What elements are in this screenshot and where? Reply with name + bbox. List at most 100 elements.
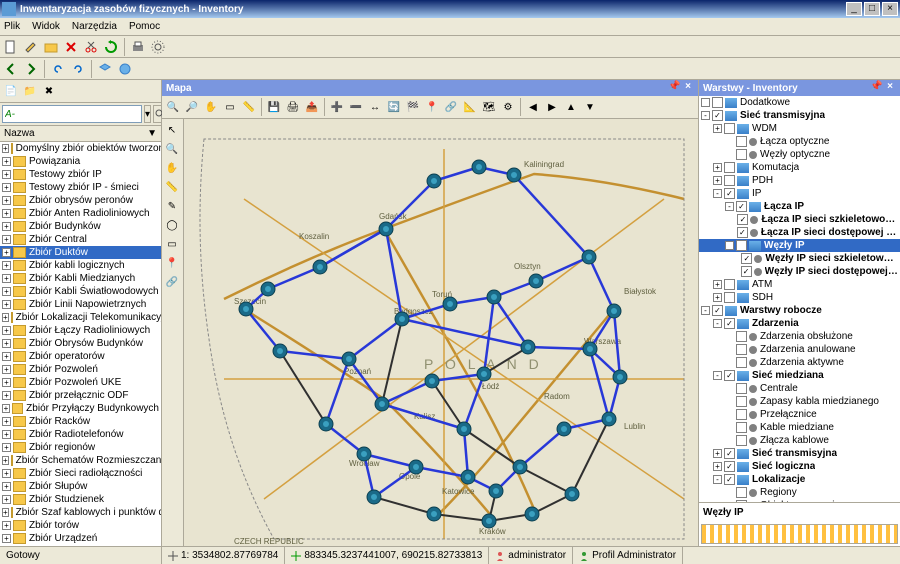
layer-item[interactable]: +✓Sieć logiczna — [699, 460, 900, 473]
side-tool-icon[interactable]: 🔗 — [163, 273, 181, 291]
network-link-ip[interactable] — [402, 319, 528, 347]
layer-item[interactable]: -✓Warstwy robocze — [699, 304, 900, 317]
left-tb-icon[interactable]: ✖ — [40, 82, 58, 100]
network-link-ip[interactable] — [536, 257, 589, 281]
network-node-icon[interactable] — [477, 367, 491, 381]
edit-icon[interactable] — [22, 38, 40, 56]
checkbox[interactable] — [736, 331, 747, 342]
network-link-ip[interactable] — [349, 359, 382, 404]
settings-icon[interactable] — [149, 38, 167, 56]
layer-item[interactable]: +PDH — [699, 174, 900, 187]
menu-pomoc[interactable]: Pomoc — [129, 21, 160, 32]
tree-item[interactable]: +Zbiór Przyłączy Budynkowych — [0, 402, 161, 415]
folder-icon[interactable] — [42, 38, 60, 56]
network-node-icon[interactable] — [613, 370, 627, 384]
panel-pin-icon[interactable]: 📌 — [668, 82, 680, 94]
checkbox[interactable] — [712, 97, 723, 108]
layer-item[interactable]: +ATM — [699, 278, 900, 291]
tree-item[interactable]: +Zbiór Duktów — [0, 246, 161, 259]
checkbox[interactable]: ✓ — [736, 240, 747, 251]
layer-item[interactable]: Zdarzenia aktywne — [699, 356, 900, 369]
tree-item[interactable]: +Zbiór Budynków — [0, 220, 161, 233]
expand-icon[interactable]: + — [2, 196, 11, 205]
layer-item[interactable]: +SDH — [699, 291, 900, 304]
network-link-dark[interactable] — [464, 429, 520, 467]
layer-item[interactable]: Łącza optyczne — [699, 135, 900, 148]
tree-item[interactable]: +Testowy zbiór IP — [0, 168, 161, 181]
network-node-icon[interactable] — [367, 490, 381, 504]
undo-icon[interactable] — [49, 60, 67, 78]
layer-item[interactable]: Kable miedziane — [699, 421, 900, 434]
layer-item[interactable]: +Komutacja — [699, 161, 900, 174]
delete-icon[interactable] — [62, 38, 80, 56]
expand-icon[interactable]: + — [2, 456, 9, 465]
expand-icon[interactable]: + — [713, 449, 722, 458]
expand-icon[interactable]: - — [713, 371, 722, 380]
object-tree[interactable]: +Domyślny zbiór obiektów tworzonych z sz… — [0, 142, 161, 546]
checkbox[interactable]: ✓ — [724, 461, 735, 472]
column-header[interactable]: Nazwa ▼ — [0, 126, 161, 142]
expand-icon[interactable]: + — [713, 280, 722, 289]
network-node-icon[interactable] — [313, 260, 327, 274]
expand-icon[interactable]: + — [2, 534, 11, 543]
expand-icon[interactable]: + — [2, 326, 11, 335]
checkbox[interactable]: ✓ — [712, 305, 723, 316]
layer-item[interactable]: ✓Łącza IP sieci szkieletowo-brzegowej — [699, 213, 900, 226]
expand-icon[interactable]: + — [2, 482, 11, 491]
network-node-icon[interactable] — [482, 514, 496, 528]
expand-icon[interactable]: + — [2, 378, 11, 387]
checkbox[interactable] — [724, 162, 735, 173]
tree-item[interactable]: +Zbiór Pozwoleń UKE — [0, 376, 161, 389]
checkbox[interactable]: ✓ — [737, 227, 748, 238]
checkbox[interactable]: ✓ — [724, 188, 735, 199]
checkbox[interactable] — [736, 136, 747, 147]
layer-item[interactable]: -✓Łącza IP — [699, 200, 900, 213]
tree-item[interactable]: +Zbiór torów — [0, 519, 161, 532]
network-node-icon[interactable] — [487, 290, 501, 304]
checkbox[interactable]: ✓ — [741, 266, 752, 277]
checkbox[interactable] — [736, 409, 747, 420]
checkbox[interactable]: ✓ — [724, 448, 735, 459]
network-node-icon[interactable] — [457, 422, 471, 436]
network-node-icon[interactable] — [239, 302, 253, 316]
panel-close-icon[interactable]: × — [884, 82, 896, 94]
network-node-icon[interactable] — [565, 487, 579, 501]
tree-item[interactable]: +Zbiór Schematów Rozmieszczania — [0, 454, 161, 467]
expand-icon[interactable]: + — [2, 248, 11, 257]
layer-item[interactable]: -✓Sieć transmisyjna — [699, 109, 900, 122]
tree-item[interactable]: +Zbiór Sieci radiołączności — [0, 467, 161, 480]
print-icon[interactable] — [129, 38, 147, 56]
close-button[interactable]: × — [882, 2, 898, 16]
expand-icon[interactable]: - — [725, 202, 734, 211]
network-node-icon[interactable] — [379, 222, 393, 236]
side-tool-icon[interactable]: ▭ — [163, 235, 181, 253]
layer-item[interactable]: +WDM — [699, 122, 900, 135]
checkbox[interactable]: ✓ — [737, 214, 748, 225]
map-tool-icon[interactable]: 📐 — [461, 98, 479, 116]
expand-icon[interactable]: - — [713, 189, 722, 198]
layers-icon[interactable] — [96, 60, 114, 78]
network-node-icon[interactable] — [583, 342, 597, 356]
tree-item[interactable]: +Domyślny zbiór obiektów tworzonych z sz… — [0, 142, 161, 155]
checkbox[interactable] — [736, 357, 747, 368]
menu-widok[interactable]: Widok — [32, 21, 60, 32]
expand-icon[interactable] — [701, 98, 710, 107]
expand-icon[interactable]: + — [2, 235, 11, 244]
network-node-icon[interactable] — [427, 174, 441, 188]
map-tool-icon[interactable]: ◀ — [524, 98, 542, 116]
map-tool-icon[interactable]: ▼ — [581, 98, 599, 116]
network-link-ip[interactable] — [432, 374, 484, 381]
network-node-icon[interactable] — [461, 470, 475, 484]
print-map-icon[interactable]: 🖨 — [284, 98, 302, 116]
tree-item[interactable]: +Zbiór Racków — [0, 415, 161, 428]
network-link-ip[interactable] — [589, 257, 614, 311]
network-link-ip[interactable] — [386, 181, 434, 229]
network-node-icon[interactable] — [607, 304, 621, 318]
expand-icon[interactable]: + — [2, 430, 11, 439]
left-tb-icon[interactable]: 📄 — [2, 82, 20, 100]
zoom-out-icon[interactable]: 🔎 — [183, 98, 201, 116]
network-link-ip[interactable] — [416, 467, 468, 477]
select-icon[interactable]: ▭ — [221, 98, 239, 116]
network-node-icon[interactable] — [319, 417, 333, 431]
side-tool-icon[interactable]: ✋ — [163, 159, 181, 177]
